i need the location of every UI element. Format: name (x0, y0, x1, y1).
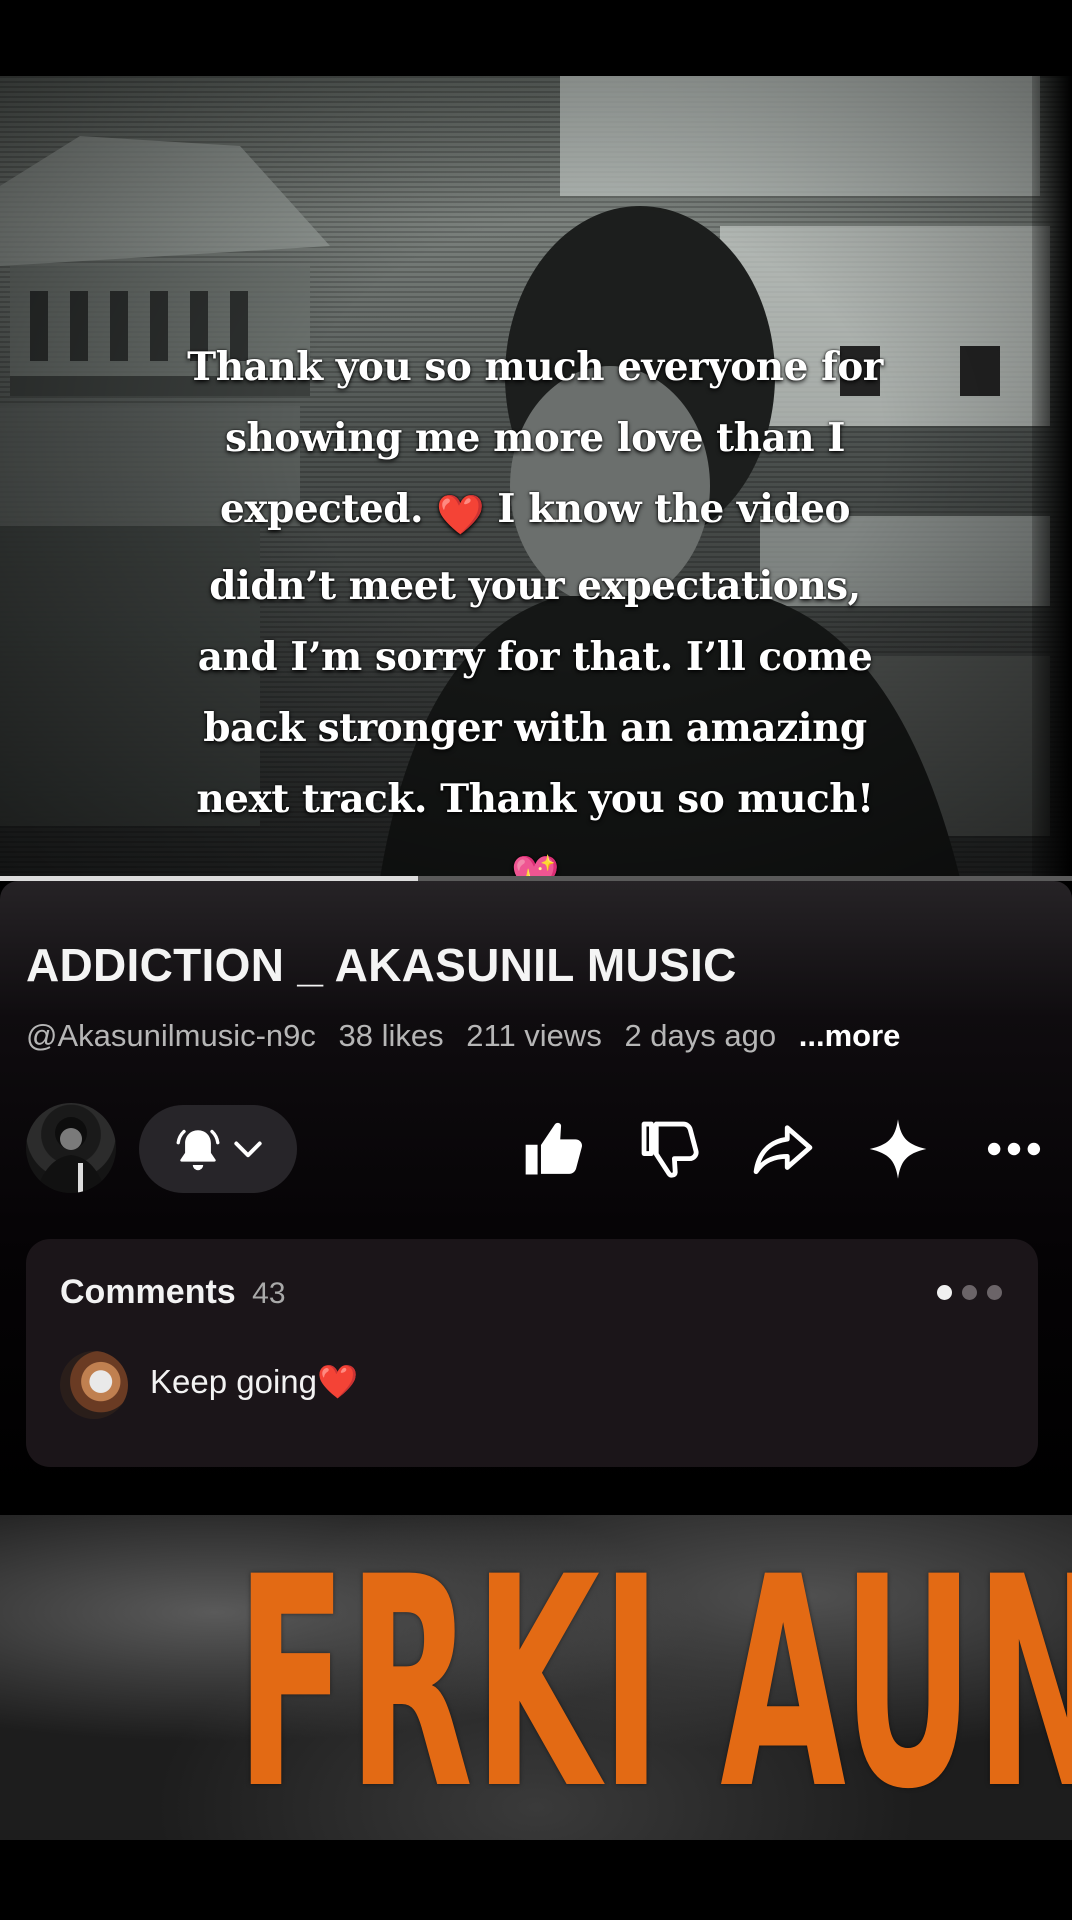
share-icon[interactable] (749, 1115, 817, 1183)
video-caption: Thank you so much everyone for showing m… (170, 332, 900, 878)
pager-dot (962, 1285, 977, 1300)
pager-dot-active (937, 1285, 952, 1300)
avatar-image (36, 1117, 106, 1193)
sparkling-heart-emoji: 💖 (510, 853, 560, 878)
video-meta[interactable]: @Akasunilmusic-n9c 38 likes 211 views 2 … (26, 1018, 900, 1054)
like-icon[interactable] (520, 1115, 588, 1183)
subscription-bell-button[interactable] (139, 1105, 297, 1193)
next-video-title-art: FRKI AUN (235, 1516, 1072, 1840)
more-icon[interactable] (980, 1115, 1048, 1183)
comments-card[interactable]: Comments 43 Keep going❤️ (26, 1239, 1038, 1467)
commenter-avatar (60, 1351, 128, 1419)
bell-icon (176, 1129, 220, 1171)
red-heart-emoji: ❤️ (436, 492, 485, 538)
comments-pager-dots (937, 1285, 1002, 1300)
chevron-down-icon (234, 1141, 262, 1158)
video-edge-shade (1032, 76, 1072, 878)
more-description-link[interactable]: ...more (799, 1018, 901, 1053)
comments-label: Comments (60, 1273, 236, 1311)
upload-age: 2 days ago (624, 1018, 777, 1053)
remix-sparkle-icon[interactable] (864, 1115, 932, 1183)
next-video-thumbnail[interactable]: FRKI AUN (0, 1515, 1072, 1840)
top-comment-text: Keep going❤️ (150, 1363, 359, 1400)
channel-handle[interactable]: @Akasunilmusic-n9c (26, 1018, 316, 1053)
comments-header: Comments 43 (60, 1273, 286, 1312)
comments-count: 43 (252, 1277, 286, 1310)
view-count: 211 views (466, 1018, 602, 1053)
channel-avatar[interactable] (26, 1103, 116, 1193)
dislike-icon[interactable] (635, 1115, 703, 1183)
pager-dot (987, 1285, 1002, 1300)
video-player[interactable]: Thank you so much everyone for showing m… (0, 76, 1072, 878)
video-title[interactable]: ADDICTION _ AKASUNIL MUSIC (26, 938, 737, 992)
caption-text-2: I know the video didn’t meet your expect… (196, 486, 874, 822)
like-count: 38 likes (338, 1018, 444, 1053)
